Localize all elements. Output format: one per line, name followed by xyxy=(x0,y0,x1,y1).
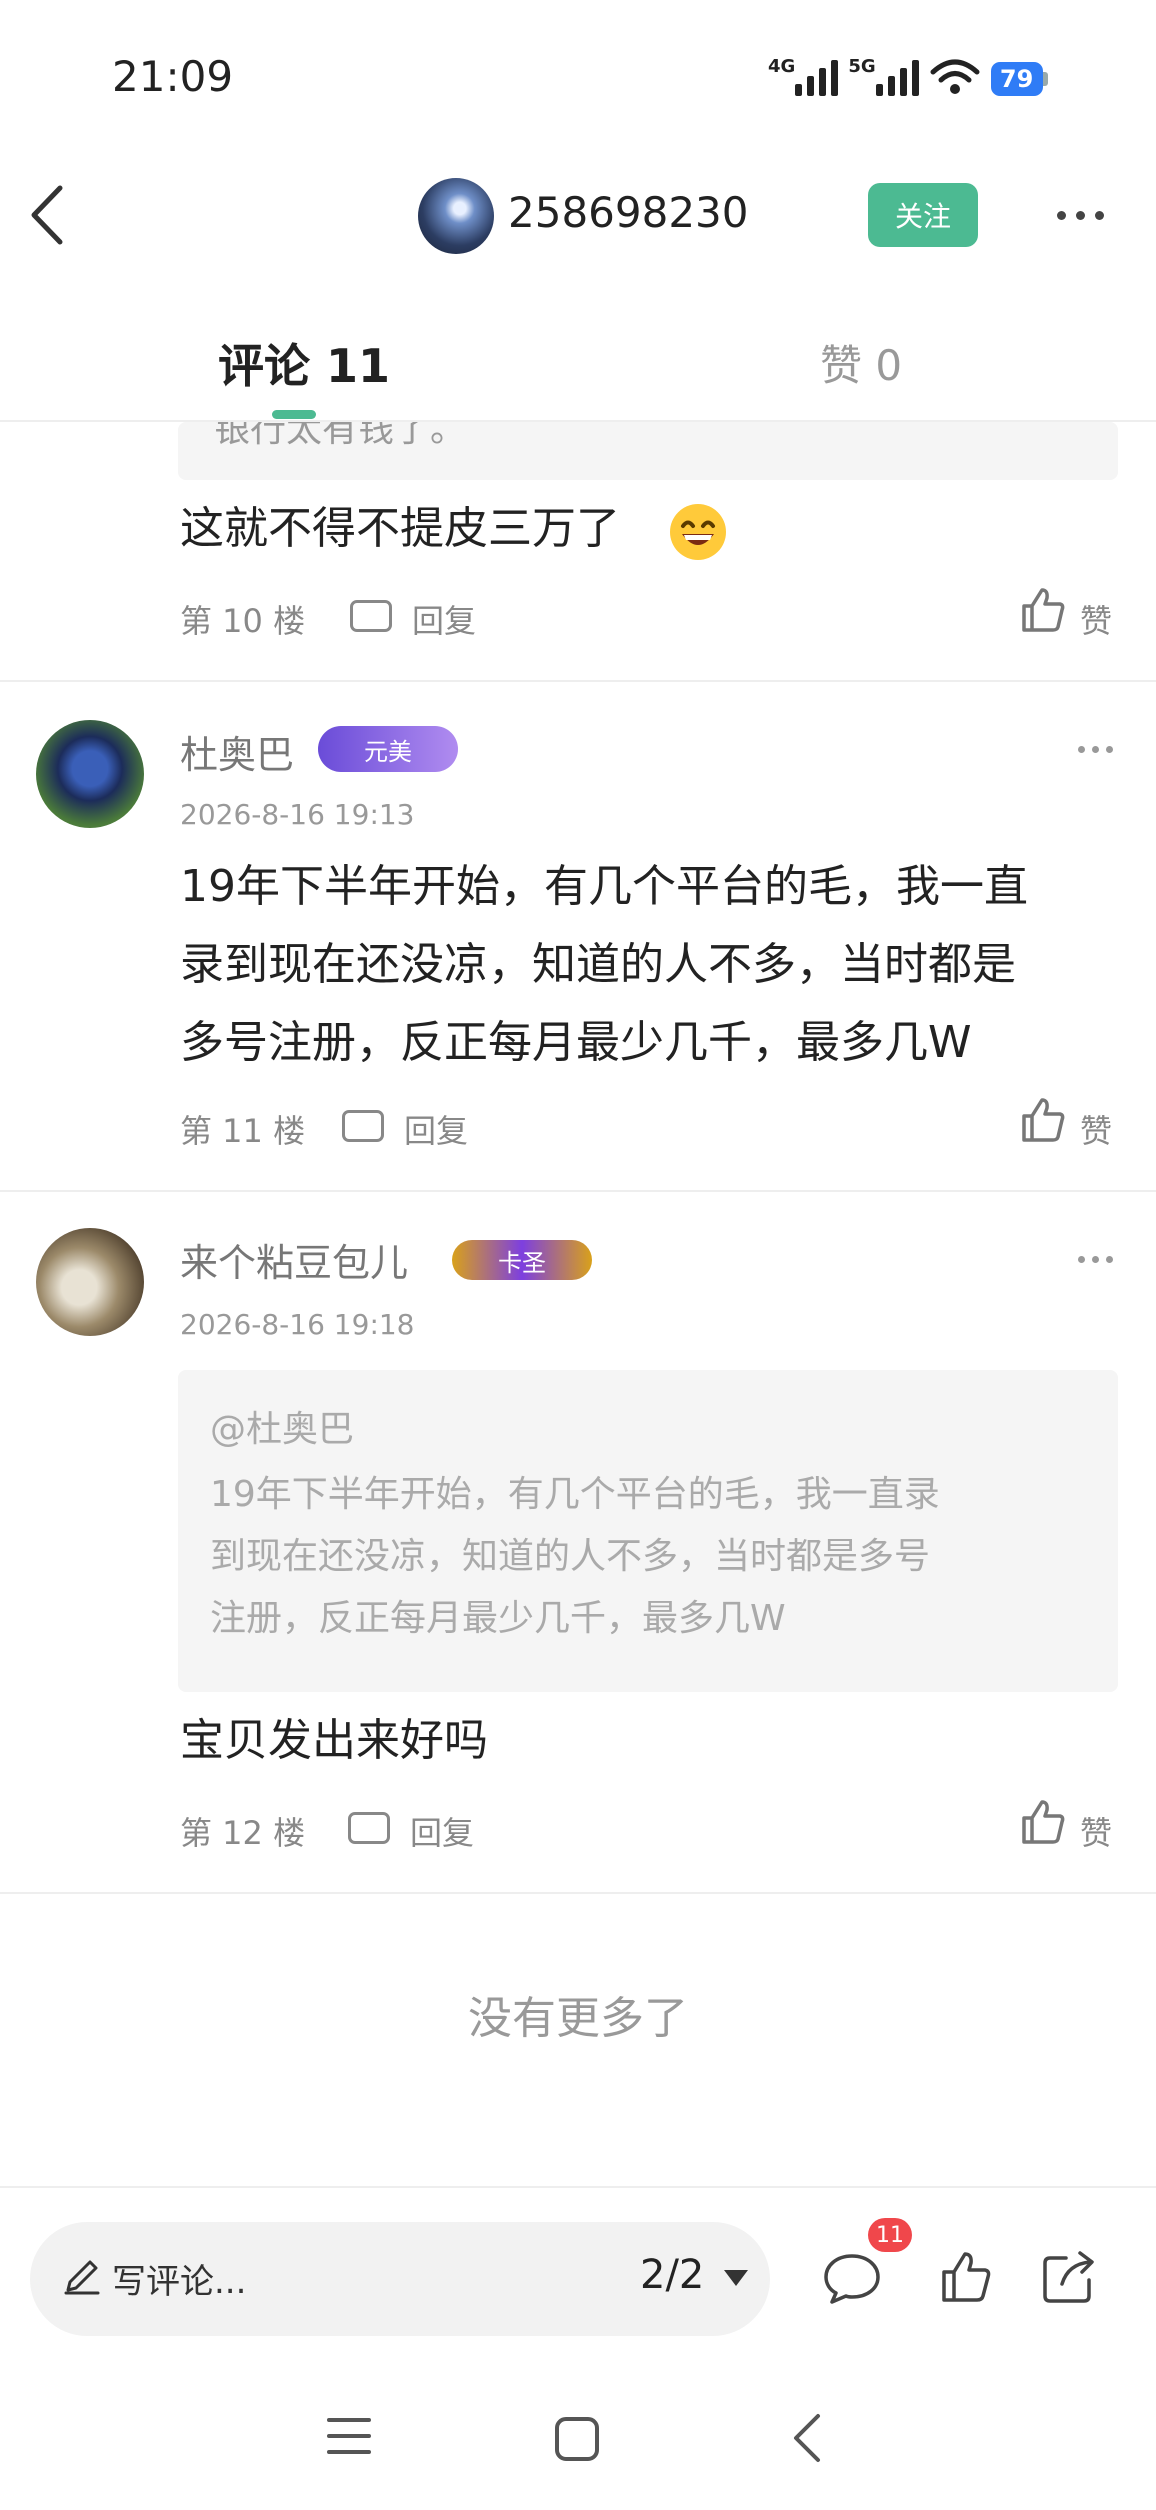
network-5g-label: 5G xyxy=(848,56,876,77)
comment-divider xyxy=(0,1892,1156,1894)
user-avatar[interactable] xyxy=(36,720,144,828)
quote-box: 银行太有钱了。 xyxy=(178,422,1118,480)
tab-likes[interactable]: 赞 0 xyxy=(820,332,902,393)
page-indicator[interactable]: 2/2 xyxy=(640,2252,704,2298)
like-button[interactable]: 赞 xyxy=(1080,596,1112,642)
quote-box[interactable]: @杜奥巴 19年下半年开始，有几个平台的毛，我一直录 到现在还没凉，知道的人不多… xyxy=(178,1370,1118,1692)
user-badge: 元美 xyxy=(318,726,458,772)
comment-more-icon[interactable] xyxy=(1078,746,1113,753)
status-time: 21:09 xyxy=(112,52,234,101)
battery-level: 79 xyxy=(990,62,1043,96)
floor-label: 第 10 楼 xyxy=(180,602,306,640)
comment-text: 这就不得不提皮三万了 xyxy=(180,503,620,554)
like-icon[interactable] xyxy=(1020,586,1066,634)
comment-divider xyxy=(0,680,1156,682)
battery-icon: 79 xyxy=(990,62,1048,96)
comment-more-icon[interactable] xyxy=(1078,1256,1113,1263)
grinning-emoji-icon xyxy=(670,504,726,560)
user-name[interactable]: 杜奥巴 xyxy=(180,724,294,779)
timestamp: 2026-8-16 19:18 xyxy=(180,1308,415,1341)
signal-4g-icon: 4G xyxy=(768,56,839,96)
quote-text-line: 到现在还没凉，知道的人不多，当时都是多号 xyxy=(210,1536,931,1577)
write-comment-placeholder[interactable]: 写评论... xyxy=(112,2254,246,2303)
comment-text-line: 录到现在还没凉，知道的人不多，当时都是 xyxy=(180,939,1016,990)
follow-button[interactable]: 关注 xyxy=(868,183,978,247)
like-button[interactable]: 赞 xyxy=(1080,1808,1112,1854)
comment-text: 宝贝发出来好吗 xyxy=(180,1715,488,1766)
header-user-id[interactable]: 258698230 xyxy=(508,188,749,237)
home-icon[interactable] xyxy=(554,2416,600,2462)
user-name[interactable]: 来个粘豆包儿 xyxy=(180,1232,408,1287)
timestamp: 2026-8-16 19:13 xyxy=(180,798,415,831)
share-icon[interactable] xyxy=(1040,2248,1100,2306)
tab-comments[interactable]: 评论 11 xyxy=(218,330,390,396)
bottom-bar-divider xyxy=(0,2186,1156,2188)
quote-text-line: 19年下半年开始，有几个平台的毛，我一直录 xyxy=(210,1474,940,1515)
active-tab-indicator xyxy=(272,410,316,419)
reply-button[interactable]: 回复 xyxy=(410,1808,474,1854)
floor-label: 第 12 楼 xyxy=(180,1814,306,1852)
comment-bubble-icon[interactable] xyxy=(822,2250,882,2306)
more-options-icon[interactable] xyxy=(1057,211,1104,220)
user-avatar[interactable] xyxy=(36,1228,144,1336)
pencil-icon xyxy=(64,2260,100,2295)
user-badge: 卡圣 xyxy=(452,1240,592,1280)
network-4g-label: 4G xyxy=(768,56,796,77)
thumbs-up-icon[interactable] xyxy=(940,2250,992,2304)
back-arrow-icon[interactable] xyxy=(28,184,66,246)
no-more-label: 没有更多了 xyxy=(468,1993,688,2044)
header-avatar[interactable] xyxy=(418,178,494,254)
reply-icon[interactable] xyxy=(342,1110,384,1142)
nav-back-icon[interactable] xyxy=(788,2412,824,2464)
comment-divider xyxy=(0,1190,1156,1192)
comment-text-line: 19年下半年开始，有几个平台的毛，我一直 xyxy=(180,861,1028,912)
caret-down-icon[interactable] xyxy=(722,2268,750,2288)
comment-text-line: 多号注册，反正每月最少几千，最多几W xyxy=(180,1017,972,1068)
reply-icon[interactable] xyxy=(350,600,392,632)
quote-user: @杜奥巴 xyxy=(210,1409,355,1450)
comment-count-badge: 11 xyxy=(868,2218,912,2252)
like-icon[interactable] xyxy=(1020,1096,1066,1144)
quote-text-block: 19年下半年开始，有几个平台的毛，我一直录 到现在还没凉，知道的人不多，当时都是… xyxy=(210,1464,940,1650)
quote-text-line: 注册，反正每月最少几千，最多几W xyxy=(210,1598,786,1639)
quote-text: 银行太有钱了。 xyxy=(214,422,467,450)
status-icons: 4G 5G 79 xyxy=(768,56,1048,96)
wifi-icon xyxy=(930,59,980,94)
reply-icon[interactable] xyxy=(348,1812,390,1844)
reply-button[interactable]: 回复 xyxy=(404,1106,468,1152)
signal-5g-icon: 5G xyxy=(848,56,919,96)
like-button[interactable]: 赞 xyxy=(1080,1106,1112,1152)
reply-button[interactable]: 回复 xyxy=(412,596,476,642)
floor-label: 第 11 楼 xyxy=(180,1112,306,1150)
like-icon[interactable] xyxy=(1020,1798,1066,1846)
menu-icon[interactable] xyxy=(326,2416,372,2456)
